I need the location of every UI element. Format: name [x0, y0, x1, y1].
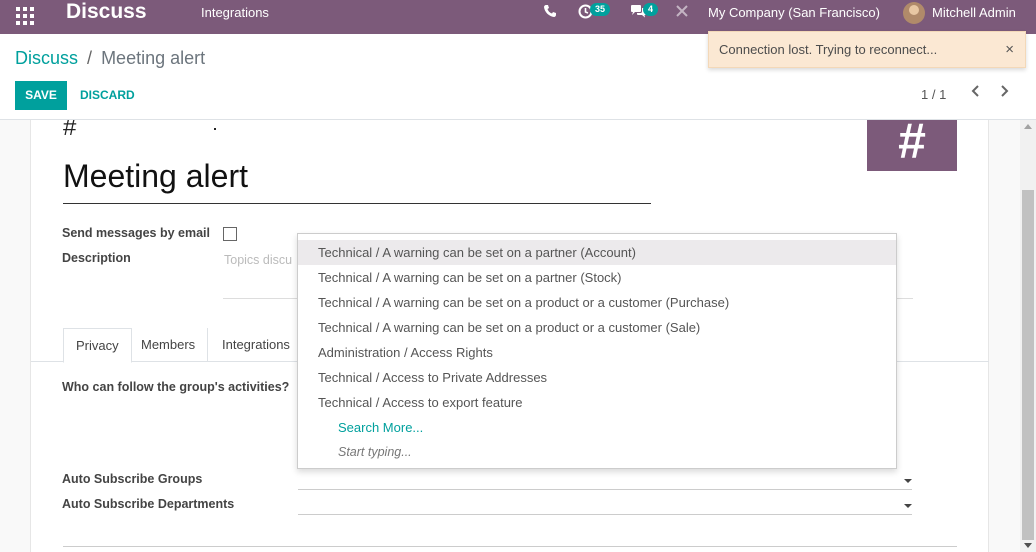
- dropdown-item[interactable]: Technical / A warning can be set on a pa…: [298, 265, 896, 290]
- channel-image[interactable]: #: [867, 120, 957, 171]
- dropdown-item[interactable]: Technical / A warning can be set on a pr…: [298, 290, 896, 315]
- tab-integrations[interactable]: Integrations: [210, 328, 303, 362]
- pager-value[interactable]: 1 / 1: [921, 87, 946, 102]
- scroll-down-icon[interactable]: [1024, 543, 1032, 548]
- save-button[interactable]: SAVE: [15, 81, 67, 110]
- breadcrumb-current: Meeting alert: [101, 48, 206, 68]
- decorative-dot: [214, 128, 216, 130]
- scroll-up-icon[interactable]: [1024, 124, 1032, 129]
- description-input[interactable]: Topics discu: [224, 253, 292, 267]
- notification-message: Connection lost. Trying to reconnect...: [719, 42, 938, 57]
- send-email-checkbox[interactable]: [223, 227, 237, 241]
- scroll-thumb[interactable]: [1022, 190, 1034, 540]
- dropdown-item[interactable]: Technical / A warning can be set on a pa…: [298, 240, 896, 265]
- start-typing-hint: Start typing...: [338, 445, 412, 459]
- description-label: Description: [62, 251, 131, 265]
- phone-icon[interactable]: [543, 4, 557, 21]
- auto-groups-label: Auto Subscribe Groups: [62, 472, 203, 486]
- activity-count-badge: 35: [590, 3, 611, 16]
- auto-departments-input[interactable]: [298, 514, 912, 515]
- dropdown-item[interactable]: Technical / Access to export feature: [298, 390, 896, 415]
- dropdown-item[interactable]: Administration / Access Rights: [298, 340, 896, 365]
- message-count-badge: 4: [643, 3, 659, 16]
- follow-label: Who can follow the group's activities?: [62, 380, 290, 394]
- chevron-left-icon[interactable]: [970, 84, 982, 103]
- search-more-link[interactable]: Search More...: [298, 415, 896, 440]
- close-icon[interactable]: ×: [1005, 41, 1014, 58]
- divider: [63, 546, 957, 547]
- channel-prefix: #: [63, 120, 77, 141]
- chevron-right-icon[interactable]: [998, 84, 1010, 103]
- avatar[interactable]: [903, 2, 925, 24]
- discard-button[interactable]: DISCARD: [80, 81, 135, 110]
- chevron-down-icon[interactable]: [904, 479, 912, 483]
- send-email-label: Send messages by email: [62, 226, 210, 240]
- tab-privacy[interactable]: Privacy: [63, 328, 132, 363]
- top-navbar: Discuss Integrations 35 4 My Company (Sa…: [0, 0, 1036, 34]
- dropdown-item[interactable]: Technical / A warning can be set on a pr…: [298, 315, 896, 340]
- connection-lost-notification: Connection lost. Trying to reconnect... …: [708, 31, 1026, 68]
- autocomplete-dropdown: Technical / A warning can be set on a pa…: [297, 233, 897, 469]
- company-switcher[interactable]: My Company (San Francisco): [708, 5, 880, 20]
- dropdown-item[interactable]: Technical / Access to Private Addresses: [298, 365, 896, 390]
- app-name[interactable]: Discuss: [66, 0, 147, 24]
- auto-departments-label: Auto Subscribe Departments: [62, 497, 235, 511]
- breadcrumb: Discuss / Meeting alert: [15, 48, 205, 69]
- user-menu[interactable]: Mitchell Admin: [932, 5, 1016, 20]
- debug-bug-icon[interactable]: [675, 4, 689, 21]
- tab-members[interactable]: Members: [129, 328, 209, 362]
- scrollbar[interactable]: [1020, 120, 1036, 552]
- channel-name-input[interactable]: Meeting alert: [63, 158, 651, 204]
- breadcrumb-separator: /: [87, 48, 93, 68]
- menu-integrations[interactable]: Integrations: [201, 5, 269, 20]
- chevron-down-icon[interactable]: [904, 504, 912, 508]
- breadcrumb-discuss[interactable]: Discuss: [15, 48, 78, 68]
- auto-groups-input[interactable]: [298, 489, 912, 490]
- apps-grid-icon[interactable]: [14, 5, 34, 25]
